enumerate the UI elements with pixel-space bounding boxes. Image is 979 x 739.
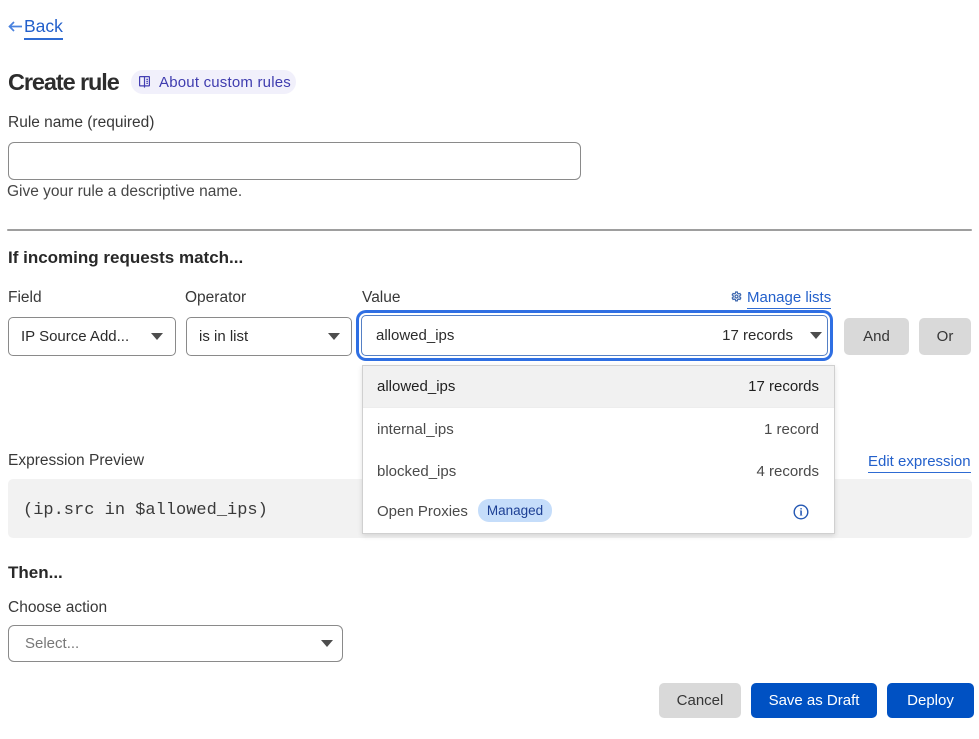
svg-text:i: i [799, 506, 802, 518]
